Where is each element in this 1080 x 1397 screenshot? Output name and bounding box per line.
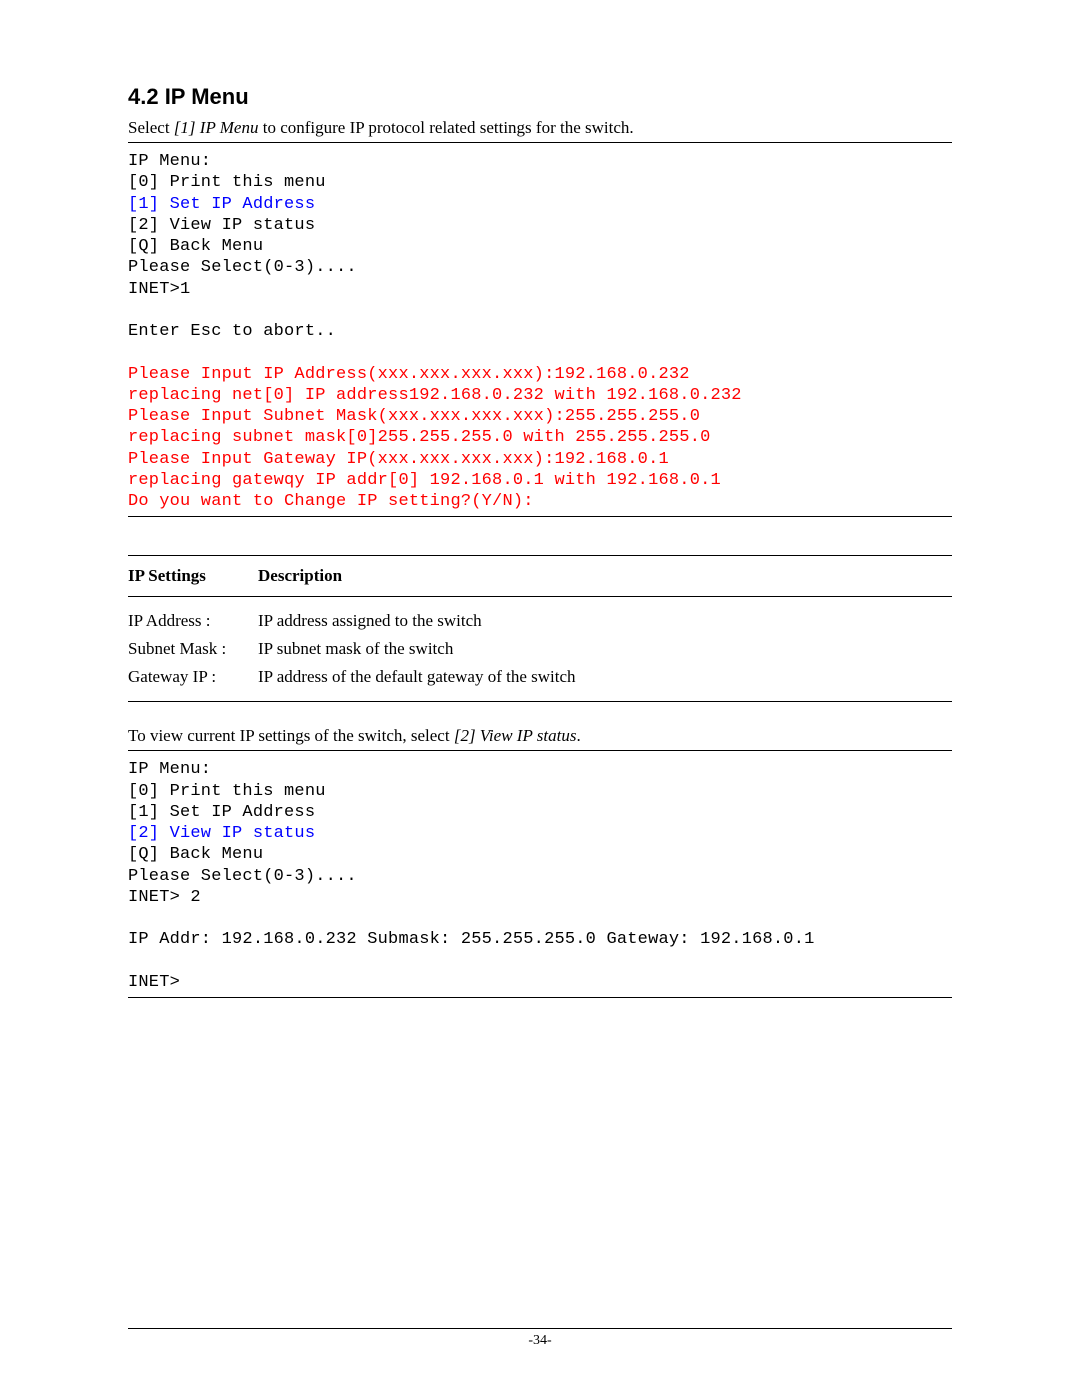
table-row: Subnet Mask : IP subnet mask of the swit…: [128, 635, 952, 663]
t2-l9: INET>: [128, 973, 180, 992]
t2-l1: IP Menu:: [128, 760, 211, 779]
t1-l1: IP Menu:: [128, 152, 211, 171]
t1-l3: [1] Set IP Address: [128, 195, 315, 214]
row-desc: IP address of the default gateway of the…: [258, 667, 952, 687]
t2-l2: [0] Print this menu: [128, 782, 326, 801]
t1-r7: Do you want to Change IP setting?(Y/N):: [128, 492, 534, 511]
t1-l4: [2] View IP status: [128, 216, 315, 235]
table-row: Gateway IP : IP address of the default g…: [128, 663, 952, 691]
intro-prefix: Select: [128, 118, 174, 137]
rule-bottom-1: [128, 516, 952, 517]
section-heading: 4.2 IP Menu: [128, 84, 952, 110]
t1-r4: replacing subnet mask[0]255.255.255.0 wi…: [128, 428, 711, 447]
para2-prefix: To view current IP settings of the switc…: [128, 726, 454, 745]
t1-r5: Please Input Gateway IP(xxx.xxx.xxx.xxx)…: [128, 450, 669, 469]
terminal-block-2: IP Menu: [0] Print this menu [1] Set IP …: [128, 759, 952, 993]
t2-l5: [Q] Back Menu: [128, 845, 263, 864]
terminal-block-1: IP Menu: [0] Print this menu [1] Set IP …: [128, 151, 952, 512]
para2-emph: [2] View IP status: [454, 726, 577, 745]
rule-bottom-2: [128, 997, 952, 998]
t2-l6: Please Select(0-3)....: [128, 867, 357, 886]
row-key: IP Address :: [128, 611, 258, 631]
t1-r1: Please Input IP Address(xxx.xxx.xxx.xxx)…: [128, 365, 690, 384]
rule-top-2: [128, 750, 952, 751]
intro-suffix: to configure IP protocol related setting…: [258, 118, 633, 137]
intro-paragraph: Select [1] IP Menu to configure IP proto…: [128, 118, 952, 138]
table-row: IP Address : IP address assigned to the …: [128, 607, 952, 635]
page: 4.2 IP Menu Select [1] IP Menu to config…: [0, 0, 1080, 1397]
t2-l7: INET> 2: [128, 888, 201, 907]
row-key: Gateway IP :: [128, 667, 258, 687]
page-footer: -34-: [128, 1328, 952, 1349]
t1-l2: [0] Print this menu: [128, 173, 326, 192]
row-desc: IP address assigned to the switch: [258, 611, 952, 631]
t1-l5: [Q] Back Menu: [128, 237, 263, 256]
para2-suffix: .: [576, 726, 580, 745]
settings-table: IP Settings Description IP Address : IP …: [128, 555, 952, 702]
intro-emph: [1] IP Menu: [174, 118, 259, 137]
t1-l7: INET>1: [128, 280, 190, 299]
row-key: Subnet Mask :: [128, 639, 258, 659]
t1-r3: Please Input Subnet Mask(xxx.xxx.xxx.xxx…: [128, 407, 700, 426]
settings-header: IP Settings Description: [128, 556, 952, 597]
header-ip-settings: IP Settings: [128, 566, 258, 586]
t1-l6: Please Select(0-3)....: [128, 258, 357, 277]
t2-l4: [2] View IP status: [128, 824, 315, 843]
t2-l8: IP Addr: 192.168.0.232 Submask: 255.255.…: [128, 930, 815, 949]
t1-l8: Enter Esc to abort..: [128, 322, 336, 341]
row-desc: IP subnet mask of the switch: [258, 639, 952, 659]
t1-r2: replacing net[0] IP address192.168.0.232…: [128, 386, 742, 405]
rule-top-1: [128, 142, 952, 143]
t1-r6: replacing gatewqy IP addr[0] 192.168.0.1…: [128, 471, 721, 490]
header-description: Description: [258, 566, 952, 586]
para-view-status: To view current IP settings of the switc…: [128, 726, 952, 746]
settings-rows: IP Address : IP address assigned to the …: [128, 597, 952, 701]
t2-l3: [1] Set IP Address: [128, 803, 315, 822]
page-number: -34-: [528, 1333, 551, 1348]
